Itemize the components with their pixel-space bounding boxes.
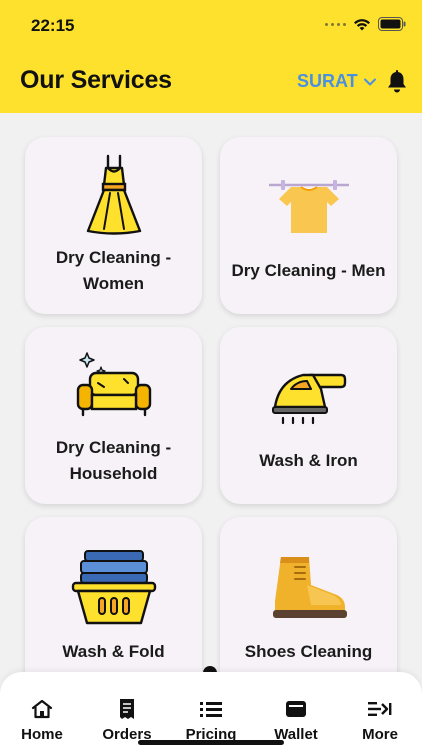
service-label-line1: Dry Cleaning - bbox=[55, 438, 172, 457]
bell-icon[interactable] bbox=[386, 70, 408, 94]
tab-pricing[interactable]: Pricing bbox=[176, 698, 246, 743]
home-icon bbox=[31, 699, 53, 719]
dress-icon bbox=[86, 154, 141, 235]
app-header: 22:15 Our Services SURAT bbox=[0, 0, 422, 113]
service-card-dry-cleaning-women[interactable]: Dry Cleaning - Women bbox=[25, 137, 202, 314]
service-card-dry-cleaning-household[interactable]: Dry Cleaning - Household bbox=[25, 327, 202, 504]
service-card-wash-and-fold[interactable]: Wash & Fold bbox=[25, 517, 202, 694]
receipt-icon bbox=[120, 699, 134, 719]
page-title: Our Services bbox=[20, 66, 172, 94]
home-indicator bbox=[138, 740, 284, 745]
service-label-line1: Dry Cleaning - bbox=[55, 248, 172, 267]
battery-icon bbox=[378, 17, 406, 31]
chevron-down-icon bbox=[363, 78, 376, 85]
tab-wallet[interactable]: Wallet bbox=[261, 698, 331, 743]
sofa-icon bbox=[76, 352, 151, 417]
signal-dots-icon bbox=[325, 22, 346, 26]
tab-more[interactable]: More bbox=[345, 698, 415, 743]
boot-icon bbox=[272, 557, 347, 618]
service-label-line1: Wash & Iron bbox=[259, 451, 358, 470]
tab-label: More bbox=[362, 726, 398, 743]
tab-label: Home bbox=[21, 726, 63, 743]
service-card-wash-and-iron[interactable]: Wash & Iron bbox=[220, 327, 397, 504]
service-label-line2: Household bbox=[69, 464, 158, 483]
service-label-line1: Wash & Fold bbox=[62, 642, 165, 661]
service-card-dry-cleaning-men[interactable]: Dry Cleaning - Men bbox=[220, 137, 397, 314]
city-selector[interactable]: SURAT bbox=[297, 71, 376, 92]
city-label: SURAT bbox=[297, 71, 358, 91]
service-card-shoes-cleaning[interactable]: Shoes Cleaning bbox=[220, 517, 397, 694]
tab-orders[interactable]: Orders bbox=[92, 698, 162, 743]
shirt-hanger-icon bbox=[268, 180, 349, 233]
service-label-line2: Women bbox=[82, 274, 145, 293]
laundry-basket-icon bbox=[71, 550, 156, 625]
wifi-icon bbox=[354, 18, 370, 30]
tab-bar: Home Orders Pricing Wallet More bbox=[0, 672, 422, 750]
status-icons bbox=[325, 17, 406, 31]
list-icon bbox=[200, 702, 222, 717]
status-time: 22:15 bbox=[31, 16, 75, 35]
service-label-line1: Shoes Cleaning bbox=[244, 642, 373, 661]
tab-home[interactable]: Home bbox=[7, 698, 77, 743]
service-label-line1: Dry Cleaning - Men bbox=[231, 261, 386, 280]
more-arrow-icon bbox=[368, 702, 392, 716]
iron-icon bbox=[271, 373, 346, 425]
wallet-icon bbox=[286, 701, 306, 717]
